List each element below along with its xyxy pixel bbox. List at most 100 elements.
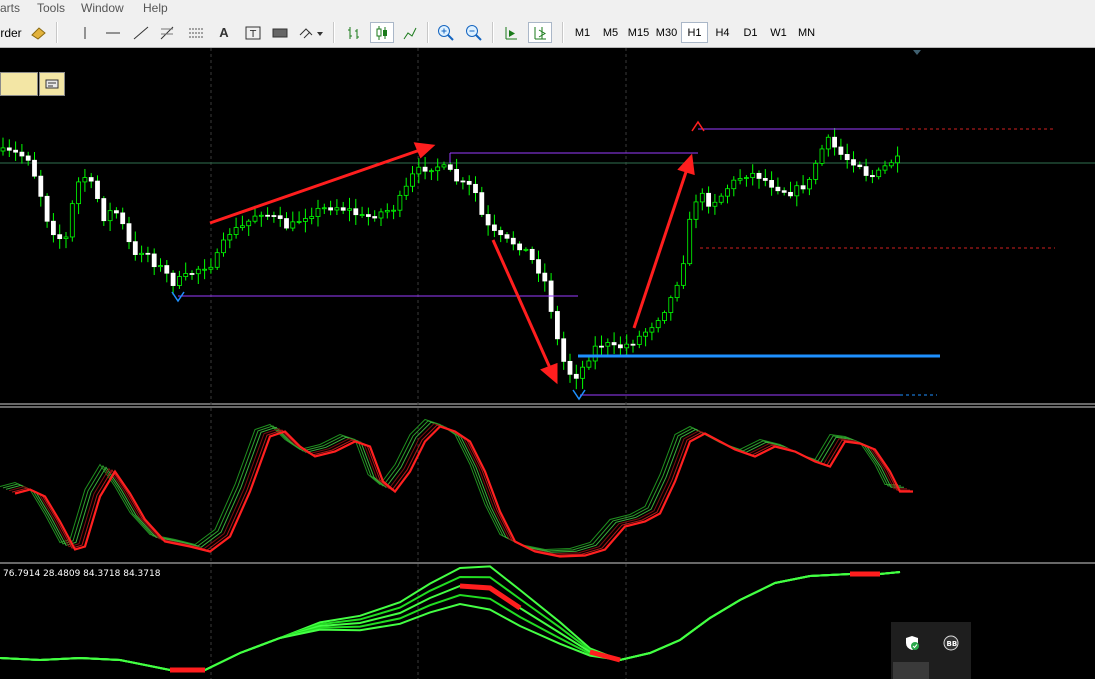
- rectangle-icon[interactable]: [270, 22, 290, 43]
- toolbar-divider: [492, 22, 494, 43]
- candle: [101, 196, 107, 226]
- zoom-in-icon[interactable]: [435, 22, 457, 43]
- candle: [151, 248, 157, 276]
- tray-button[interactable]: [893, 662, 929, 679]
- candle: [189, 270, 195, 280]
- candle: [870, 169, 875, 184]
- trendline-icon[interactable]: [131, 22, 151, 43]
- candle: [158, 258, 163, 272]
- candle: [624, 334, 630, 355]
- candle: [69, 200, 75, 242]
- candle: [536, 250, 541, 283]
- timeframe-mn-button[interactable]: MN: [793, 22, 820, 43]
- candle: [573, 364, 579, 390]
- candle: [6, 139, 12, 158]
- candle: [561, 331, 567, 370]
- candle: [504, 231, 510, 243]
- indicator-values: 76.7914 28.4809 84.3718 84.3718: [3, 569, 161, 579]
- menu-charts[interactable]: arts: [0, 1, 20, 15]
- candle: [88, 173, 94, 189]
- candle: [302, 208, 308, 233]
- app-tray-icon[interactable]: BB: [942, 634, 960, 652]
- ribbon-line: [0, 571, 901, 671]
- candle: [731, 176, 737, 197]
- toolbar-divider: [56, 22, 58, 43]
- candle: [825, 134, 831, 157]
- candle: [555, 305, 560, 346]
- market-icon[interactable]: [27, 22, 49, 43]
- candle: [233, 217, 239, 239]
- trend-arrow-up: [632, 168, 689, 329]
- timeframe-m1-button[interactable]: M1: [569, 22, 596, 43]
- candle: [517, 241, 522, 256]
- candle: [126, 216, 132, 250]
- candle: [428, 168, 434, 181]
- candle: [485, 205, 491, 236]
- svg-text:BB: BB: [947, 640, 958, 648]
- bar-chart-icon[interactable]: [343, 22, 365, 43]
- zoom-out-icon[interactable]: [463, 22, 485, 43]
- candle: [687, 211, 693, 266]
- cursor-line-icon[interactable]: [76, 22, 94, 43]
- chart-shift-icon[interactable]: [528, 22, 552, 43]
- timeframe-m30-button[interactable]: M30: [653, 22, 680, 43]
- menu-help[interactable]: Help: [143, 1, 168, 15]
- trend-arrow-down: [491, 239, 552, 369]
- timeframe-m15-button[interactable]: M15: [625, 22, 652, 43]
- chart-shift-marker: [913, 50, 921, 55]
- text-icon[interactable]: A: [215, 22, 233, 43]
- candle: [712, 193, 718, 215]
- timeframe-m5-button[interactable]: M5: [597, 22, 624, 43]
- candle: [510, 231, 516, 251]
- timeframe-h4-button[interactable]: H4: [709, 22, 736, 43]
- menu-window[interactable]: Window: [81, 1, 124, 15]
- candle: [372, 210, 378, 222]
- candle: [265, 207, 271, 220]
- autoscroll-icon[interactable]: [499, 22, 523, 43]
- grid-icon[interactable]: [186, 22, 206, 43]
- candle: [422, 157, 428, 180]
- price-chart-area[interactable]: [0, 48, 1095, 679]
- candle: [586, 355, 592, 370]
- candle: [529, 246, 535, 264]
- candle: [567, 353, 573, 383]
- candle: [800, 175, 806, 194]
- stochastic-line: [2, 420, 901, 552]
- shield-icon[interactable]: [903, 634, 921, 652]
- candle: [359, 206, 365, 218]
- timeframe-w1-button[interactable]: W1: [765, 22, 792, 43]
- stochastic-line: [0, 418, 898, 551]
- candle: [681, 255, 686, 289]
- text-label-icon[interactable]: T: [243, 22, 263, 43]
- candle: [239, 215, 245, 231]
- arrows-icon[interactable]: [298, 22, 326, 43]
- candle: [384, 203, 390, 219]
- candle: [863, 158, 869, 182]
- candle: [391, 204, 397, 220]
- candle: [25, 151, 31, 166]
- new-order-button[interactable]: rder: [0, 22, 22, 43]
- candle: [706, 186, 711, 214]
- candle: [491, 214, 497, 238]
- toolbar-divider: [333, 22, 335, 43]
- timeframe-h1-button[interactable]: H1: [681, 22, 708, 43]
- horizontal-line-icon[interactable]: [103, 22, 123, 43]
- candle: [309, 207, 315, 225]
- arrowhead-icon: [413, 142, 436, 159]
- fibo-icon[interactable]: [158, 22, 178, 43]
- timeframe-d1-button[interactable]: D1: [737, 22, 764, 43]
- candle: [744, 175, 749, 187]
- line-chart-icon[interactable]: [399, 22, 421, 43]
- candle: [668, 295, 674, 321]
- candle: [542, 263, 548, 292]
- candle: [498, 226, 504, 243]
- candle: [347, 197, 352, 222]
- candle: [844, 143, 850, 169]
- candle: [114, 207, 119, 219]
- menu-tools[interactable]: Tools: [37, 1, 65, 15]
- candles-layer: [0, 127, 900, 390]
- fractal-up-icon: [691, 120, 705, 132]
- candle: [649, 322, 655, 341]
- candle: [183, 262, 189, 281]
- candlestick-icon[interactable]: [370, 22, 394, 43]
